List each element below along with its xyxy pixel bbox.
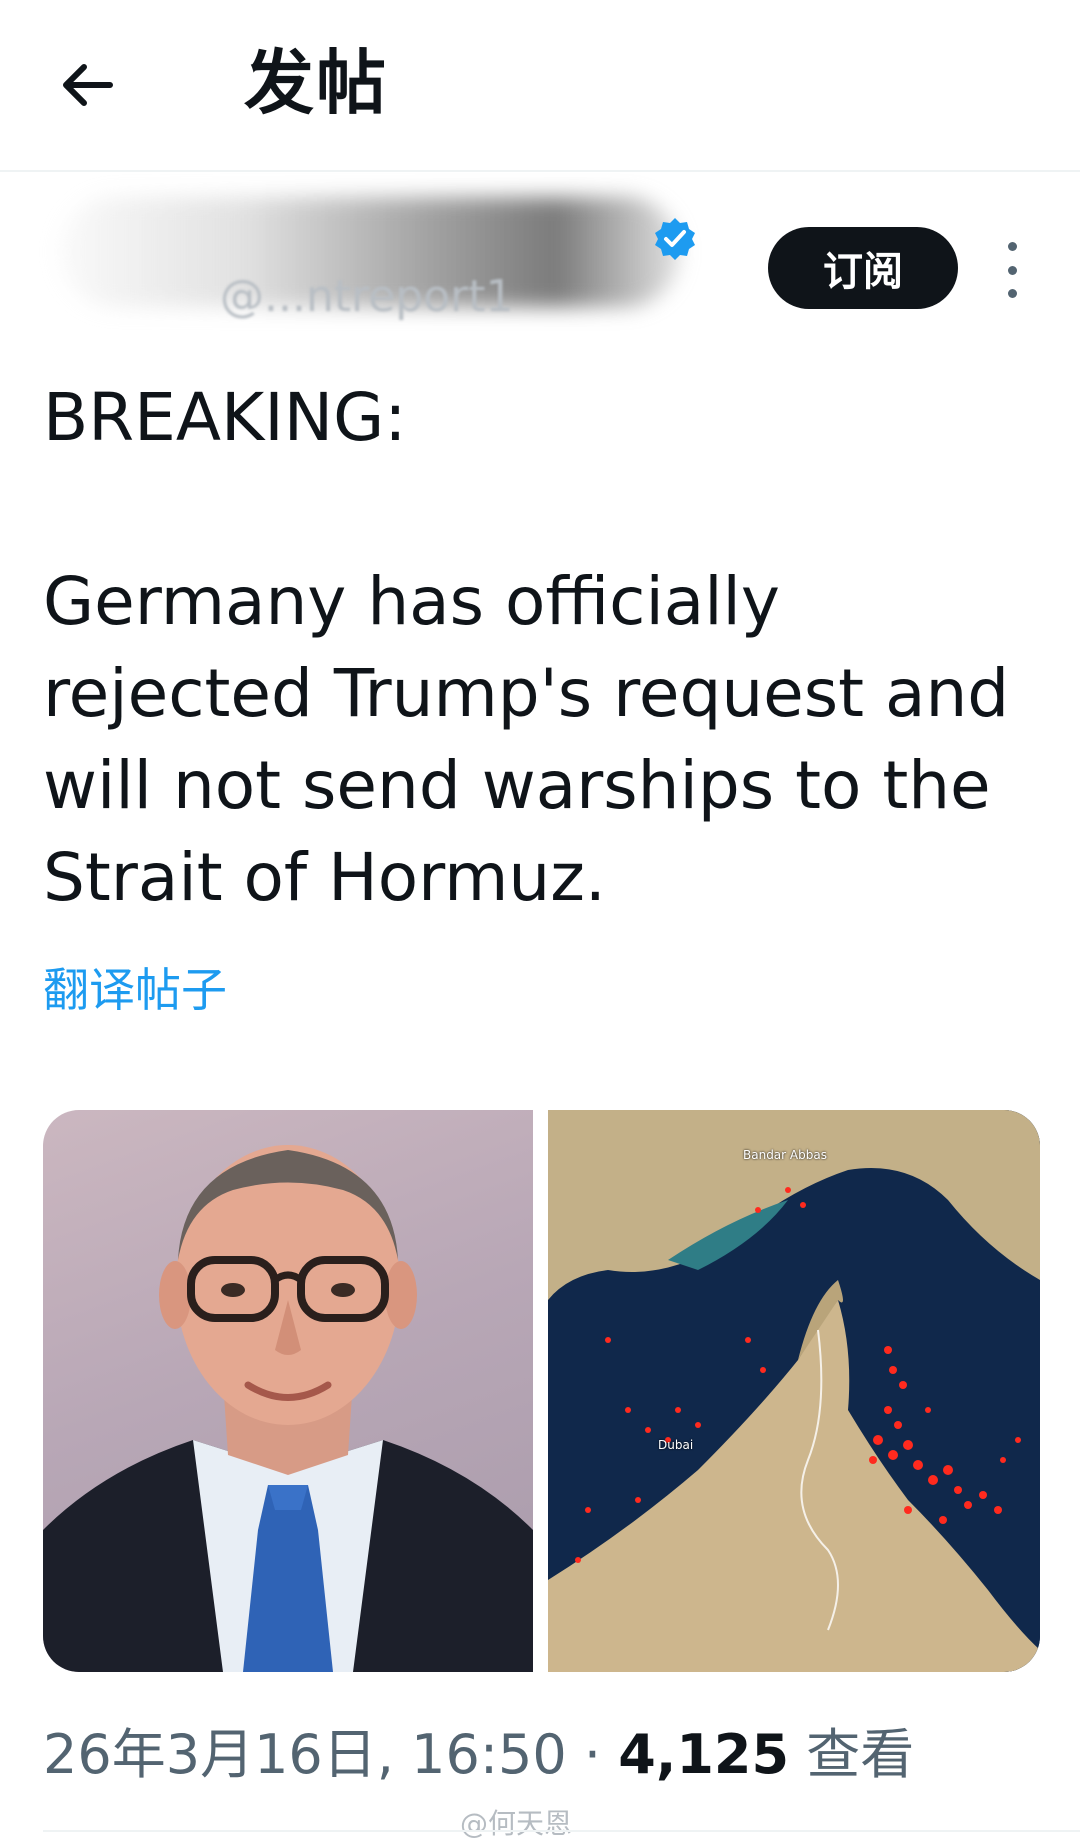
map-photo[interactable]: Bandar Abbas Dubai — [548, 1110, 1040, 1672]
divider — [43, 1830, 1080, 1832]
more-dot — [1007, 289, 1017, 298]
views-count: 4,125 — [618, 1723, 790, 1786]
meta-separator: · — [583, 1723, 602, 1786]
post-text: BREAKING: Germany has officially rejecte… — [43, 379, 1010, 916]
views-label: 查看 — [806, 1723, 915, 1786]
subscribe-button[interactable]: 订阅 — [768, 227, 958, 309]
watermark: @何天恩 — [460, 1807, 573, 1840]
portrait-illustration — [43, 1145, 533, 1672]
more-dot — [1007, 265, 1017, 275]
arrow-left-icon — [63, 64, 113, 106]
page-title: 发帖 — [244, 42, 388, 124]
post-meta-row: 26年3月16日, 16:50 · 4,125 查看 — [43, 1720, 914, 1790]
translate-post-link[interactable]: 翻译帖子 — [43, 955, 227, 1025]
media-grid: Bandar Abbas Dubai — [43, 1110, 1040, 1672]
author-handle[interactable]: @...ntreport1 — [220, 272, 513, 322]
verified-badge-icon — [655, 218, 695, 260]
map-illustration — [548, 1110, 1040, 1672]
portrait-photo[interactable] — [43, 1110, 533, 1672]
map-label-dubai: Dubai — [658, 1438, 694, 1452]
back-button[interactable] — [58, 40, 158, 130]
post-timestamp[interactable]: 26年3月16日, 16:50 — [43, 1723, 567, 1786]
author-row: @...ntreport1 订阅 — [0, 172, 1080, 352]
top-bar: 发帖 — [0, 0, 1080, 170]
map-label-bandar-abbas: Bandar Abbas — [743, 1148, 827, 1162]
more-options-button[interactable] — [994, 242, 1030, 298]
more-vertical-icon — [1007, 242, 1017, 251]
